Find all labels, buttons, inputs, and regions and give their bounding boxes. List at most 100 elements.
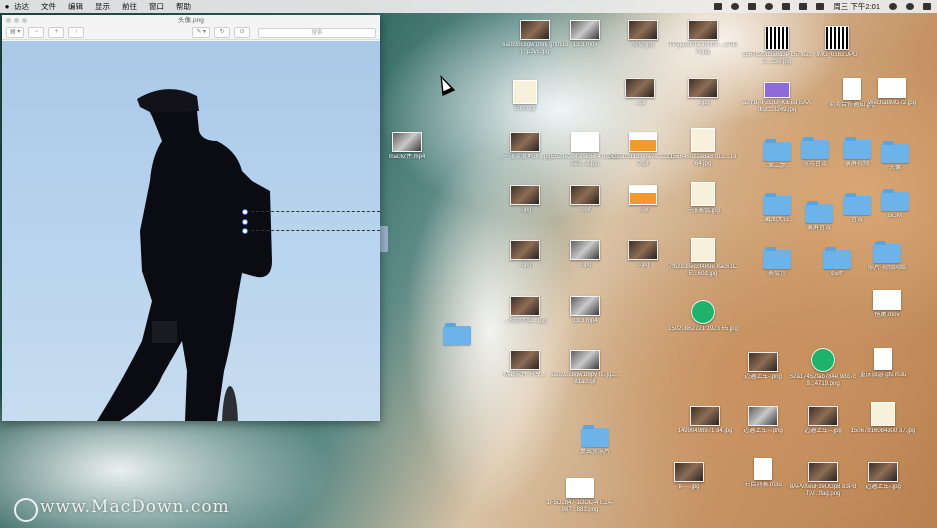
markup-pen-button[interactable]: ✎ ▾: [192, 27, 211, 38]
image-canvas[interactable]: [2, 41, 380, 421]
desktop-folder[interactable]: BGM: [860, 189, 930, 220]
desktop-file[interactable]: 5000.gif: [490, 80, 560, 113]
desktop-file[interactable]: 拖尾.mov: [852, 290, 922, 319]
desktop-file[interactable]: 迈通上车-.jpg: [848, 462, 918, 491]
file-thumbnail-icon: [808, 462, 838, 482]
file-thumbnail-icon: [868, 462, 898, 482]
file-name-label: WechatIMG72.jpg: [868, 100, 916, 106]
desktop-folder[interactable]: 头像: [860, 141, 930, 172]
file-thumbnail-icon: [629, 132, 657, 152]
file-name-label: ...jpg: [696, 100, 710, 106]
file-thumbnail-icon: [874, 348, 892, 370]
minimize-button[interactable]: [14, 18, 19, 23]
file-thumbnail-icon: [808, 406, 838, 426]
folder-icon: [443, 323, 471, 345]
search-input[interactable]: 搜索: [258, 28, 376, 38]
file-thumbnail-icon: [764, 82, 790, 98]
desktop-file[interactable]: 1F5D2847-1DDC-4 E2A-987...881.png: [545, 478, 615, 514]
menu-item-window[interactable]: 窗口: [149, 1, 164, 12]
zoom-out-button[interactable]: −: [28, 27, 45, 38]
file-thumbnail-icon: [570, 296, 600, 316]
desktop-file[interactable]: ...jpg: [668, 78, 738, 107]
file-name-label: 录屏音效: [806, 225, 831, 231]
desktop-file[interactable]: 8----.jpg: [654, 462, 724, 491]
file-thumbnail-icon: [510, 240, 540, 260]
file-thumbnail-icon: [688, 78, 718, 98]
file-thumbnail-icon: [674, 462, 704, 482]
menu-item-go[interactable]: 前往: [122, 1, 137, 12]
file-thumbnail-icon: [570, 350, 600, 370]
mouse-cursor-icon: [434, 72, 456, 97]
desktop-folder[interactable]: 复出资照片: [560, 425, 630, 456]
close-button[interactable]: [6, 18, 11, 23]
window-titlebar[interactable]: 头像.png: [2, 15, 380, 26]
desktop-file[interactable]: 重庆旅游 gtv.m3u: [848, 348, 918, 379]
rotate-button[interactable]: ↻: [214, 27, 231, 38]
desktop-file[interactable]: 6af89bc8gw1f8py fc7jg2...81a0.gif: [550, 350, 620, 386]
file-name-label: IMG_0162.JPG: [816, 52, 858, 58]
desktop-file[interactable]: 15020862721 1923 65.jpg: [668, 300, 738, 333]
file-thumbnail-icon: [510, 296, 540, 316]
desktop-file[interactable]: mac软件.mp4: [372, 132, 442, 161]
desktop-file[interactable]: 一张表情.jpg: [668, 182, 738, 215]
desktop-file[interactable]: 13.3.mp4: [550, 296, 620, 325]
desktop[interactable]: ● 访达 文件 编辑 显示 前往 窗口 帮助 周三 下午2:01 6af89bc…: [0, 0, 937, 528]
user-avatar-icon[interactable]: [906, 3, 914, 10]
hidden-window-edge[interactable]: [380, 226, 388, 252]
window-controls: [6, 18, 27, 23]
wifi-icon[interactable]: [782, 3, 791, 10]
file-thumbnail-icon: [628, 20, 658, 40]
desktop-file[interactable]: 7f62838eccf489e 8ac61CE...60d.jpg: [668, 238, 738, 278]
status-app-icon[interactable]: [731, 3, 740, 10]
menu-item-view[interactable]: 显示: [95, 1, 110, 12]
file-name-label: 照片·视频网络: [868, 265, 906, 271]
desktop-file[interactable]: IMG_0162.JPG: [802, 26, 872, 59]
sidebar-toggle-button[interactable]: ▤ ▾: [6, 27, 25, 38]
file-thumbnail-icon: [811, 348, 835, 372]
file-name-label: 13.3.mp4: [572, 318, 598, 324]
file-thumbnail-icon: [629, 185, 657, 205]
selection-guide: [246, 230, 380, 231]
notification-center-icon[interactable]: [923, 3, 931, 10]
selection-handle[interactable]: [242, 219, 248, 225]
folder-icon: [881, 141, 909, 163]
desktop-file[interactable]: a8YBAFZGU_KiEed BAAdlgC...l249.jpg: [742, 82, 812, 114]
file-thumbnail-icon: [691, 128, 715, 152]
spotlight-icon[interactable]: [889, 3, 897, 10]
status-app-icon[interactable]: [714, 3, 723, 10]
menu-item-finder[interactable]: 访达: [14, 1, 29, 12]
desktop-file[interactable]: TV-gaudi-beautiful-...17800.jpg: [668, 20, 738, 56]
status-app-icon[interactable]: [748, 3, 757, 10]
desktop-folder[interactable]: 照片·视频网络: [852, 241, 922, 272]
zoom-button[interactable]: [22, 18, 27, 23]
selection-handle[interactable]: [242, 228, 248, 234]
menu-item-file[interactable]: 文件: [41, 1, 56, 12]
file-name-label: 迈通上车-.jpg: [865, 484, 901, 490]
zoom-in-button[interactable]: +: [48, 27, 65, 38]
share-button[interactable]: ↑: [68, 27, 85, 38]
desktop-file[interactable]: 156646022a8a3 d12...1964.jpg: [668, 128, 738, 168]
annotate-button[interactable]: ⊙: [234, 27, 251, 38]
apple-menu-icon[interactable]: ●: [0, 2, 14, 11]
file-name-label: 6af89bc8gw1f8py fc7jg2...81a0.gif: [550, 372, 620, 385]
volume-icon[interactable]: [799, 3, 808, 10]
file-name-label: mac软件.mp4: [388, 154, 426, 160]
desktop-file[interactable]: ...gif: [605, 78, 675, 107]
file-thumbnail-icon: [520, 20, 550, 40]
desktop-file[interactable]: 15067816084300 37.jpg: [848, 402, 918, 435]
battery-icon[interactable]: [816, 3, 825, 10]
menu-item-edit[interactable]: 编辑: [68, 1, 83, 12]
file-name-label: 临时: [830, 271, 843, 277]
clock[interactable]: 周三 下午2:01: [833, 1, 880, 12]
menu-item-help[interactable]: 帮助: [176, 1, 191, 12]
file-thumbnail-icon: [510, 350, 540, 370]
status-app-icon[interactable]: [765, 3, 774, 10]
desktop-folder[interactable]: [422, 323, 492, 347]
desktop-file[interactable]: WechatIMG72.jpg: [857, 78, 927, 107]
folder-icon: [823, 247, 851, 269]
file-name-label: ...gif: [634, 100, 646, 106]
selection-guide: [246, 211, 380, 212]
selection-handle[interactable]: [242, 209, 248, 215]
window-title: 头像.png: [178, 17, 204, 24]
status-area: 周三 下午2:01: [714, 0, 931, 13]
